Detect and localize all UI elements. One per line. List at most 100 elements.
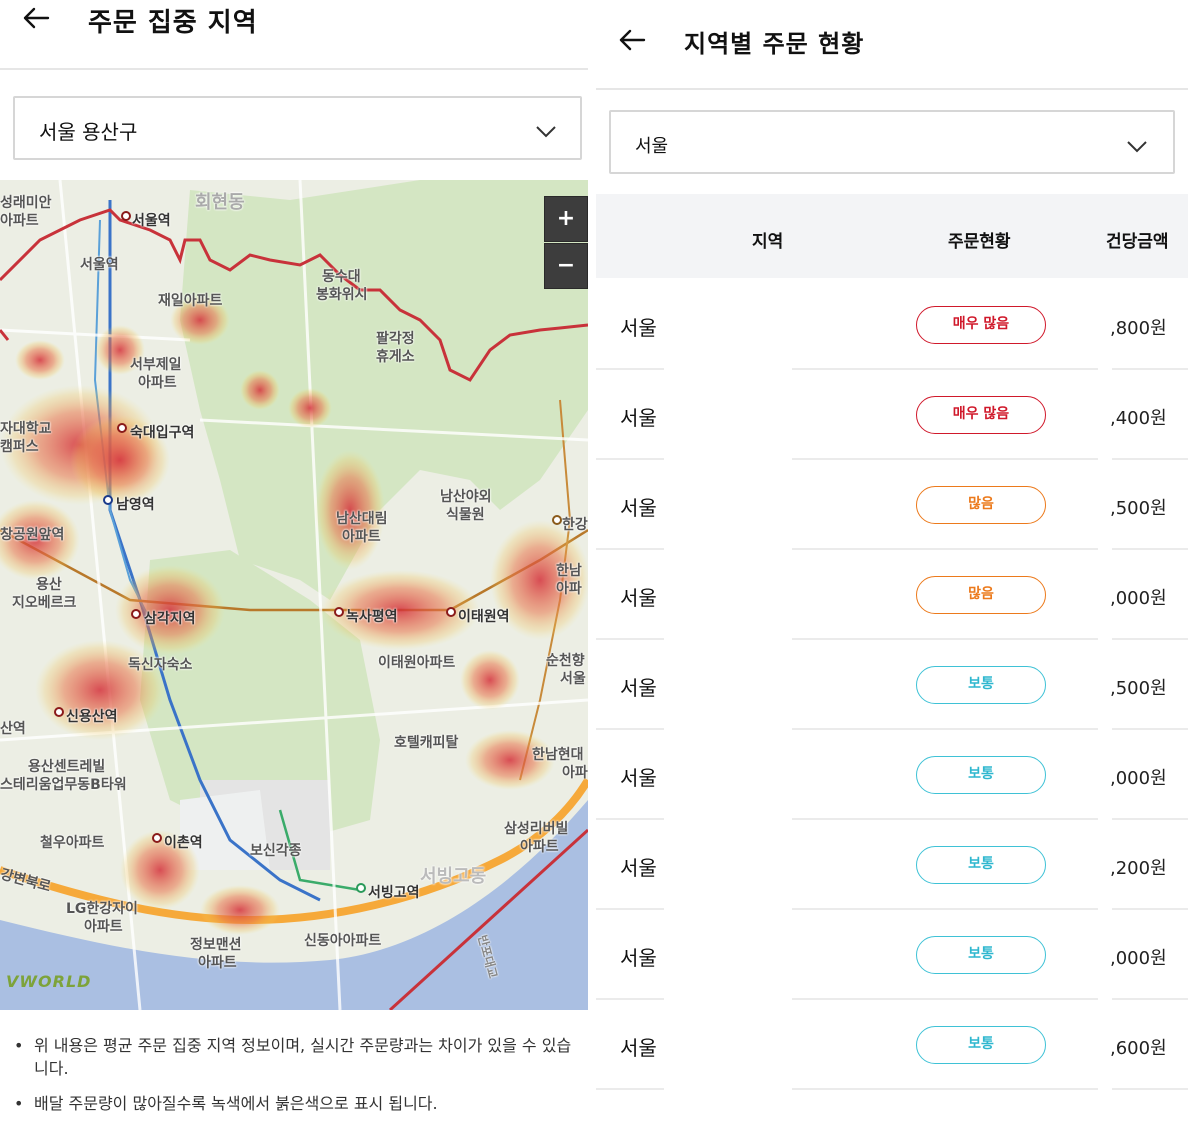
- map-label: 아파트: [342, 529, 381, 545]
- map-label: 팔각정: [376, 331, 415, 347]
- vworld-logo: VWORLD: [6, 972, 92, 991]
- table-row[interactable]: 서울 매우 많음 ,800원: [596, 280, 1188, 370]
- table-row[interactable]: 서울 많음 ,500원: [596, 460, 1188, 550]
- map-label: 아파트: [0, 213, 39, 229]
- map-station-label: 숙대입구역: [130, 425, 195, 441]
- map-label: 서부제일: [130, 357, 182, 373]
- map-label: 동수대: [322, 269, 361, 285]
- map-label: 휴게소: [376, 349, 415, 365]
- row-price: ,600원: [1110, 1038, 1167, 1059]
- status-badge: 보통: [916, 936, 1046, 974]
- table-row[interactable]: 서울 보통 ,000원: [596, 730, 1188, 820]
- map-label: 봉화위시: [316, 287, 368, 303]
- column-header-price: 건당금액: [1106, 232, 1169, 252]
- map-label: 아파트: [520, 839, 559, 855]
- status-badge: 보통: [916, 666, 1046, 704]
- table-row[interactable]: 서울 많음 ,000원: [596, 550, 1188, 640]
- row-price: ,000원: [1110, 948, 1167, 969]
- station-marker: [446, 607, 456, 617]
- station-marker: [152, 833, 162, 843]
- map-label: 순천향: [546, 653, 585, 669]
- map-label: 한강: [562, 517, 588, 533]
- back-arrow-icon[interactable]: [22, 6, 50, 30]
- map-station-label: 이촌역: [164, 835, 203, 851]
- map-label: 회현동: [195, 192, 245, 213]
- map-station-label: 남영역: [116, 497, 155, 513]
- map-label: 식물원: [446, 507, 485, 523]
- map-station-label: 서빙고역: [368, 885, 420, 901]
- notice-list: 위 내용은 평균 주문 집중 지역 정보이며, 실시간 주문량과는 차이가 있을…: [12, 1034, 582, 1127]
- region-select-value: 서울 용산구: [39, 120, 138, 144]
- map-label: 지오베르크: [12, 595, 77, 611]
- map-label: 서울: [560, 671, 586, 687]
- station-marker: [54, 707, 64, 717]
- status-badge: 매우 많음: [916, 396, 1046, 434]
- map-label: 정보맨션: [190, 937, 242, 953]
- map-station-label: 삼각지역: [144, 611, 196, 627]
- column-header-region: 지역: [752, 232, 784, 252]
- heatmap-map[interactable]: 성래미안 아파트 서울역 회현동 서울역 재일아파트 동수대 봉화위시 팔각정 …: [0, 180, 588, 1010]
- zoom-in-button[interactable]: +: [544, 196, 588, 242]
- row-region: 서울: [620, 1036, 657, 1060]
- table-row[interactable]: 서울 보통 ,500원: [596, 640, 1188, 730]
- station-marker: [117, 423, 127, 433]
- order-heatmap-panel: 주문 집중 지역 서울 용산구 성래미안 아파트 서울역 회현동 서울역 재일아…: [0, 0, 588, 1131]
- map-label: 남산야외: [440, 489, 492, 505]
- row-divider: [1112, 1088, 1188, 1090]
- row-price: ,200원: [1110, 858, 1167, 879]
- map-label: 자대학교: [0, 421, 52, 437]
- row-region: 서울: [620, 406, 657, 430]
- map-label: 삼성리버빌: [504, 821, 569, 837]
- map-label: 아파트: [84, 919, 123, 935]
- row-price: ,500원: [1110, 498, 1167, 519]
- table-header: 지역 주문현황 건당금액: [596, 194, 1188, 278]
- station-marker: [103, 495, 113, 505]
- station-marker: [121, 211, 131, 221]
- map-label: 남산대림: [336, 511, 388, 527]
- status-badge: 매우 많음: [916, 306, 1046, 344]
- left-header: 주문 집중 지역: [0, 0, 588, 70]
- map-canvas: [0, 180, 588, 1010]
- map-label: 창공원앞역: [0, 527, 65, 543]
- city-select-value: 서울: [635, 136, 669, 157]
- page-title: 주문 집중 지역: [88, 8, 258, 38]
- row-price: ,400원: [1110, 408, 1167, 429]
- map-station-label: 서울역: [132, 213, 171, 229]
- back-arrow-icon[interactable]: [618, 28, 646, 52]
- map-label: 성래미안: [0, 195, 52, 211]
- map-label: 아파트: [198, 955, 237, 971]
- notice-item: 위 내용은 평균 주문 집중 지역 정보이며, 실시간 주문량과는 차이가 있을…: [12, 1034, 582, 1080]
- map-label: 서울역: [80, 257, 119, 273]
- map-label: 한남: [556, 563, 582, 579]
- row-price: ,500원: [1110, 678, 1167, 699]
- region-select[interactable]: 서울 용산구: [13, 96, 582, 160]
- map-label: 아파: [556, 581, 582, 597]
- city-select[interactable]: 서울: [609, 110, 1175, 174]
- status-badge: 많음: [916, 576, 1046, 614]
- map-label: 용산: [36, 577, 62, 593]
- row-price: ,800원: [1110, 318, 1167, 339]
- page-title: 지역별 주문 현황: [684, 30, 865, 58]
- map-label: 한남현대: [532, 747, 584, 763]
- map-label: 산역: [0, 721, 26, 737]
- region-order-status-panel: 지역별 주문 현황 서울 지역 주문현황 건당금액 서울 매우 많음 ,800원 서울…: [596, 0, 1188, 1131]
- map-station-label: 녹사평역: [346, 609, 398, 625]
- table-row[interactable]: 서울 보통 ,600원: [596, 1000, 1188, 1090]
- map-label: 신동아아파트: [304, 933, 382, 949]
- map-label: 이태원아파트: [378, 655, 456, 671]
- table-row[interactable]: 서울 보통 ,000원: [596, 910, 1188, 1000]
- row-region: 서울: [620, 856, 657, 880]
- map-station-label: 신용산역: [66, 709, 118, 725]
- table-row[interactable]: 서울 보통 ,200원: [596, 820, 1188, 910]
- station-marker: [356, 883, 366, 893]
- table-row[interactable]: 서울 매우 많음 ,400원: [596, 370, 1188, 460]
- chevron-down-icon: [1127, 138, 1147, 153]
- column-header-status: 주문현황: [948, 232, 1011, 252]
- notice-item: 배달 주문량이 많아질수록 녹색에서 붉은색으로 표시 됩니다.: [12, 1092, 582, 1115]
- status-badge: 보통: [916, 1026, 1046, 1064]
- zoom-out-button[interactable]: −: [544, 243, 588, 289]
- row-region: 서울: [620, 946, 657, 970]
- row-price: ,000원: [1110, 588, 1167, 609]
- right-header: 지역별 주문 현황: [596, 0, 1188, 90]
- map-label: 아파트: [138, 375, 177, 391]
